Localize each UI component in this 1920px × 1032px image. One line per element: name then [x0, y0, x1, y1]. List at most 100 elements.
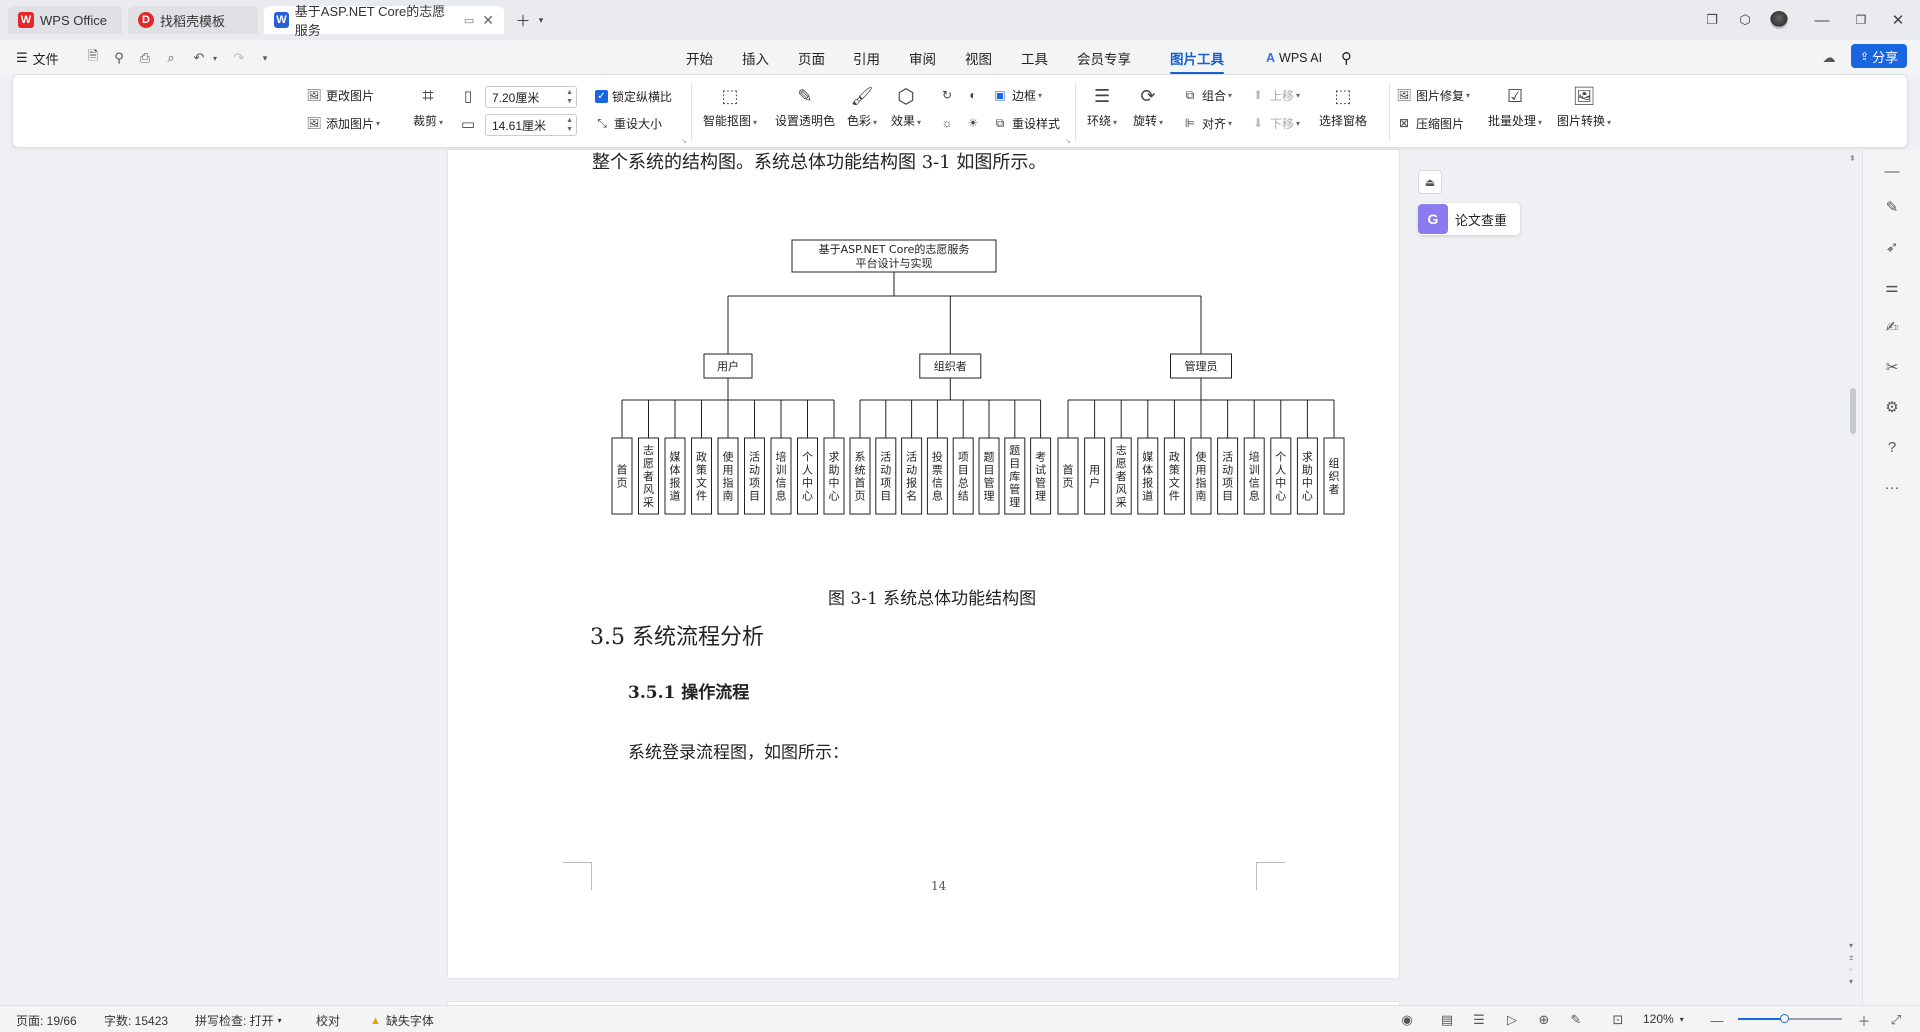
compress-picture-button[interactable]: ⊠ 压缩图片 [1395, 114, 1464, 132]
export-icon[interactable]: ⚲ [110, 49, 128, 67]
search-icon[interactable]: ⚲ [1341, 46, 1352, 70]
color-button[interactable]: 🖌 色彩 ▾ [847, 83, 877, 129]
border-button[interactable]: ▣ 边框 ▾ [991, 86, 1042, 104]
picture-height-input[interactable]: 14.61厘米 ▲ ▼ [485, 114, 577, 136]
plagiarism-check-button[interactable]: G 论文查重 [1418, 203, 1520, 235]
change-picture-button[interactable]: 🖼 更改图片 [305, 86, 374, 104]
tab-wps-office[interactable]: W WPS Office [8, 6, 122, 34]
selection-pane-button[interactable]: ⬚ 选择窗格 [1319, 83, 1367, 129]
minimize-icon[interactable]: — [1812, 9, 1832, 31]
smart-cutout-label: 智能抠图 ▾ [703, 112, 757, 129]
share-button[interactable]: ⇪ 分享 [1851, 44, 1907, 68]
redo-icon[interactable]: ↷ [230, 49, 248, 67]
tab-home[interactable]: 开始 [686, 46, 713, 70]
picture-repair-button[interactable]: 🖼 图片修复 ▾ [1395, 86, 1470, 104]
group-dialog-launcher-icon[interactable]: ↘ [1065, 137, 1071, 145]
scroll-up-icon[interactable]: ⇞ [1849, 154, 1856, 163]
edit-doc-icon[interactable]: ✍ [1881, 316, 1903, 338]
wps-ai-button[interactable]: A WPS AI [1266, 46, 1322, 70]
outline-view-icon[interactable]: ☰ [1470, 1011, 1488, 1029]
pen-mode-icon[interactable]: ✎ [1567, 1011, 1585, 1029]
file-menu[interactable]: ☰ 文件 [16, 47, 59, 69]
minus-icon[interactable]: — [1881, 160, 1903, 182]
eye-protection-icon[interactable]: ◉ [1398, 1011, 1416, 1029]
picture-convert-button[interactable]: 🖼 图片转换 ▾ [1557, 83, 1611, 129]
tab-view[interactable]: 视图 [965, 46, 992, 70]
missing-font-button[interactable]: ▲ 缺失字体 [370, 1012, 434, 1029]
checkbox-checked-icon: ✓ [595, 90, 608, 103]
lock-ratio-checkbox[interactable]: ✓ 锁定纵横比 [595, 88, 672, 105]
collapse-panel-button[interactable]: ⏏ [1418, 170, 1442, 194]
zoom-in-icon[interactable]: ＋ [1855, 1011, 1873, 1029]
proofread-button[interactable]: 校对 [316, 1012, 340, 1029]
avatar[interactable] [1768, 9, 1790, 31]
move-up-button[interactable]: ⬆ 上移 ▾ [1249, 86, 1300, 104]
fullscreen-icon[interactable]: ⤢ [1887, 1011, 1905, 1029]
function-structure-chart[interactable]: 基于ASP.NET Core的志愿服务平台设计与实现用户首页志愿者风采媒体报道政… [600, 230, 1350, 530]
tab-docer[interactable]: D 找稻壳模板 [128, 6, 258, 34]
cube-icon[interactable]: ⬡ [1735, 9, 1755, 31]
wrap-button[interactable]: ☰ 环绕 ▾ [1087, 83, 1117, 129]
page-count[interactable]: 页面: 19/66 [16, 1012, 77, 1029]
group-button[interactable]: ⧉ 组合 ▾ [1181, 86, 1232, 104]
tab-references[interactable]: 引用 [853, 46, 880, 70]
vertical-scrollbar[interactable]: ⇞ ▾ ± ◦ ▾ [1847, 150, 1859, 1005]
spinner-arrows-icon[interactable]: ▲ ▼ [566, 88, 573, 106]
fit-page-icon[interactable]: ⊡ [1609, 1011, 1627, 1029]
rotate-button[interactable]: ⟳ 旋转 ▾ [1133, 83, 1163, 129]
contrast-icon[interactable]: ◐ [964, 86, 985, 104]
tab-tools[interactable]: 工具 [1021, 46, 1048, 70]
zoom-level[interactable]: 120% ▾ [1643, 1012, 1684, 1026]
sliders-icon[interactable]: ⚌ [1881, 276, 1903, 298]
reset-size-button[interactable]: ⤡ 重设大小 [593, 114, 662, 132]
tab-picture-tools[interactable]: 图片工具 [1170, 46, 1224, 74]
print-icon[interactable]: ⎙ [136, 49, 154, 67]
pen-icon[interactable]: ✎ [1881, 196, 1903, 218]
close-icon[interactable]: ✕ [482, 12, 494, 29]
scrollbar-thumb[interactable] [1850, 388, 1856, 434]
save-icon[interactable]: 🗎 [84, 48, 102, 67]
play-icon[interactable]: ▷ [1503, 1011, 1521, 1029]
cloud-icon[interactable]: ☁ [1820, 49, 1838, 67]
page-nav-icon[interactable]: ▾ ± ◦ ▾ [1849, 940, 1853, 988]
print-preview-icon[interactable]: ⌕ [162, 49, 180, 67]
cursor-icon[interactable]: ➶ [1881, 236, 1903, 258]
tab-page[interactable]: 页面 [798, 46, 825, 70]
brightness-up-icon[interactable]: ☀ [964, 114, 985, 132]
set-transparent-button[interactable]: ✎ 设置透明色 [775, 83, 835, 129]
rotate-left-small-icon[interactable]: ↻ [938, 86, 959, 104]
window-close-icon[interactable]: ✕ [1888, 9, 1908, 31]
word-count[interactable]: 字数: 15423 [104, 1012, 168, 1029]
more-dropdown-icon[interactable]: ▾ [256, 49, 274, 67]
zoom-slider[interactable] [1738, 1014, 1842, 1023]
add-picture-button[interactable]: 🖼 添加图片 ▾ [305, 114, 380, 132]
restore-icon[interactable]: ❐ [1851, 9, 1871, 31]
tab-insert[interactable]: 插入 [742, 46, 769, 70]
chevron-down-icon[interactable]: ▾ [534, 9, 548, 31]
spellcheck-toggle[interactable]: 拼写检查: 打开 ▾ [195, 1012, 282, 1029]
tab-review[interactable]: 审阅 [909, 46, 936, 70]
web-view-icon[interactable]: ⊕ [1535, 1011, 1553, 1029]
batch-process-button[interactable]: ☑ 批量处理 ▾ [1488, 83, 1542, 129]
window-layout-icon[interactable]: ❐ [1702, 9, 1722, 31]
undo-dropdown-icon[interactable]: ▾ [206, 49, 224, 67]
picture-width-input[interactable]: 7.20厘米 ▲ ▼ [485, 86, 577, 108]
page-view-icon[interactable]: ▤ [1438, 1011, 1456, 1029]
effects-button[interactable]: ⬡ 效果 ▾ [891, 83, 921, 129]
align-button[interactable]: ⊫ 对齐 ▾ [1181, 114, 1232, 132]
reset-style-button[interactable]: ⧉ 重设样式 [991, 114, 1060, 132]
zoom-out-icon[interactable]: — [1708, 1011, 1726, 1029]
tab-member[interactable]: 会员专享 [1077, 46, 1131, 70]
tools-icon[interactable]: ✂ [1881, 356, 1903, 378]
settings-icon[interactable]: ⚙ [1881, 396, 1903, 418]
more-icon[interactable]: ··· [1881, 476, 1903, 498]
group-dialog-launcher-icon[interactable]: ↘ [681, 137, 687, 145]
tab-document[interactable]: W 基于ASP.NET Core的志愿服务 ▭ ✕ [264, 4, 504, 38]
move-down-button[interactable]: ⬇ 下移 ▾ [1249, 114, 1300, 132]
new-tab-plus-icon[interactable]: ＋ [514, 9, 532, 31]
spinner-arrows-icon[interactable]: ▲ ▼ [566, 116, 573, 134]
brightness-down-icon[interactable]: ☼ [938, 114, 959, 132]
crop-button[interactable]: ⌗ 裁剪 ▾ [413, 83, 443, 129]
help-icon[interactable]: ? [1881, 436, 1903, 458]
smart-cutout-button[interactable]: ⬚ 智能抠图 ▾ [703, 83, 757, 129]
